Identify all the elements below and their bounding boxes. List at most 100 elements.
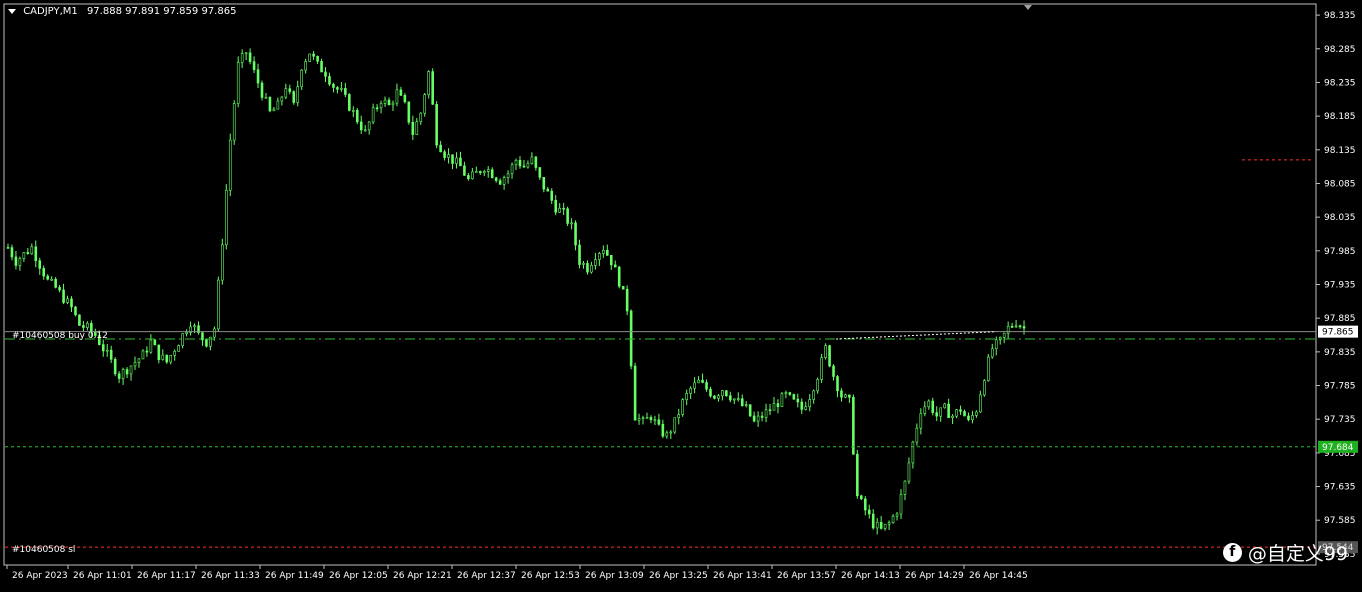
candle [78, 314, 81, 326]
candle-body [542, 177, 546, 190]
candle [574, 220, 577, 251]
candle-body [320, 61, 323, 73]
candle-body [522, 165, 526, 168]
candle [280, 95, 284, 106]
candle [562, 202, 565, 216]
candle [609, 255, 613, 270]
candle-body [907, 462, 911, 482]
candle-body [399, 89, 403, 96]
chart-shift-marker-icon[interactable] [1024, 5, 1032, 10]
candle [590, 261, 593, 274]
candle-body [6, 247, 10, 249]
candle-body [895, 513, 899, 517]
candle-body [475, 171, 478, 173]
candle-body [673, 417, 677, 433]
candle [740, 394, 744, 407]
candle [435, 101, 438, 149]
sl-label[interactable]: #10460508 sl [12, 545, 75, 555]
candle-body [975, 411, 978, 416]
candle-body [308, 53, 311, 62]
candle-body [411, 121, 415, 135]
candle-body [550, 190, 554, 201]
candle [721, 389, 724, 401]
candle-body [609, 255, 613, 266]
candle [887, 520, 891, 531]
candle [415, 117, 419, 135]
candle [54, 277, 57, 289]
candle-body [272, 108, 276, 112]
chart-header: CADJPY,M1 97.888 97.891 97.859 97.865 [8, 6, 236, 17]
candle-body [1018, 325, 1022, 328]
candle [613, 260, 617, 268]
candle-body [879, 522, 883, 529]
candle-body [248, 52, 252, 62]
candle-body [50, 278, 53, 281]
candle [478, 170, 482, 175]
candle [919, 408, 923, 435]
price-chart[interactable]: 98.335 98.285 98.235 98.185 98.135 98.085 98.0… [0, 0, 1362, 588]
candle [312, 50, 315, 61]
candle [752, 411, 756, 423]
candle [363, 125, 367, 132]
candle [780, 391, 784, 408]
candle-body [375, 107, 379, 110]
candle [840, 388, 843, 402]
candle [510, 162, 514, 179]
candle [236, 56, 240, 108]
candle-body [205, 339, 208, 347]
candle-body [669, 431, 673, 434]
candle [62, 283, 65, 305]
candle [316, 55, 319, 65]
candle-body [768, 409, 772, 412]
candle [641, 415, 645, 425]
candle-body [109, 349, 113, 360]
candle-body [363, 129, 367, 132]
candle-body [177, 345, 180, 352]
candle [860, 494, 863, 501]
candle-body [681, 399, 685, 415]
candle [788, 391, 792, 396]
candle-body [808, 399, 812, 408]
candle-body [244, 52, 248, 55]
candle-body [482, 171, 486, 174]
candle-body [637, 418, 641, 421]
candle-body [304, 61, 307, 71]
candle-body [141, 350, 145, 360]
candle-body [526, 163, 530, 168]
candle [598, 251, 601, 266]
candle-body [86, 323, 89, 328]
candle-body [125, 369, 129, 375]
candle-body [82, 325, 85, 328]
candle-body [256, 69, 260, 84]
candle [240, 49, 244, 69]
candle-body [268, 97, 272, 112]
candle [1018, 324, 1022, 329]
y-tick-label: 97.985 [1324, 247, 1356, 257]
candle-body [423, 94, 427, 114]
candle [292, 90, 296, 105]
candle-body [979, 394, 982, 413]
candle [852, 394, 855, 455]
candle [197, 321, 200, 335]
candle-body [598, 253, 601, 260]
chart-container[interactable]: 98.335 98.285 98.235 98.185 98.135 98.085 98.0… [0, 0, 1362, 588]
candle-body [387, 99, 391, 106]
candle-body [240, 53, 244, 63]
candle [975, 410, 978, 418]
candle-body [201, 332, 204, 341]
candle-body [336, 87, 339, 90]
candle [177, 344, 180, 352]
chart-frame [3, 3, 1317, 566]
candle-body [54, 278, 57, 288]
y-tick-label: 97.735 [1324, 415, 1356, 425]
candle-body [713, 395, 716, 399]
order-label[interactable]: #10460508 buy 0.12 [12, 331, 108, 341]
candle [697, 376, 700, 384]
candle-body [780, 393, 784, 408]
candle-body [514, 159, 518, 166]
candle [586, 260, 589, 275]
candle-body [506, 173, 510, 178]
candle-body [153, 339, 157, 346]
candle-body [46, 275, 49, 280]
symbol-menu-icon[interactable] [8, 8, 16, 14]
